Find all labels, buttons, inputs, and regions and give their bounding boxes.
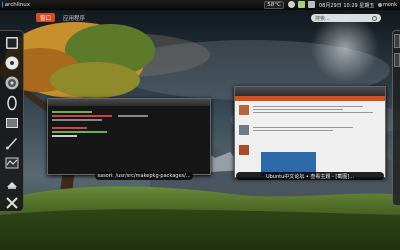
dash-item-disc[interactable] bbox=[3, 54, 21, 72]
terminal-caption-text: sasori: /usr/src/makepkg-packages/... bbox=[97, 173, 191, 179]
browser-toolbar bbox=[235, 96, 385, 101]
user-menu[interactable]: monk bbox=[378, 0, 400, 10]
dash-item-image-viewer[interactable] bbox=[3, 114, 21, 132]
browser-caption-text: Ubuntu中文论坛 • 查看主题 - [截图]... bbox=[265, 173, 355, 180]
search-input[interactable]: 搜索... bbox=[311, 14, 381, 22]
terminal-line bbox=[52, 111, 92, 113]
terminal-line bbox=[52, 127, 87, 129]
browser-window-caption[interactable]: Ubuntu中文论坛 • 查看主题 - [截图]... bbox=[236, 172, 384, 180]
dash-item-terminal[interactable] bbox=[3, 34, 21, 52]
dash bbox=[0, 30, 24, 212]
terminal-window-caption[interactable]: sasori: /usr/src/makepkg-packages/... bbox=[95, 172, 193, 180]
terminal-line bbox=[52, 135, 77, 137]
user-status-icon bbox=[378, 3, 382, 7]
audio-icon bbox=[5, 76, 19, 90]
workspace-thumbnail[interactable] bbox=[394, 34, 400, 48]
tab-windows-label: 窗口 bbox=[40, 15, 52, 22]
files-icon bbox=[7, 182, 17, 189]
user-name: monk bbox=[383, 2, 397, 8]
dash-item-text-editor[interactable] bbox=[3, 94, 21, 112]
volume-icon[interactable] bbox=[308, 1, 315, 8]
post-line bbox=[253, 106, 363, 107]
search-placeholder: 搜索... bbox=[315, 15, 330, 22]
dash-item-brush[interactable] bbox=[3, 134, 21, 152]
system-monitor-icon bbox=[5, 157, 19, 169]
window-titlebar[interactable] bbox=[235, 87, 385, 96]
terminal-line bbox=[52, 115, 112, 117]
avatar bbox=[239, 105, 249, 115]
activities-label: archlinux bbox=[4, 1, 30, 8]
clock-text: 08月29日 10:29 星期五 bbox=[319, 2, 375, 9]
post-line bbox=[253, 127, 353, 128]
tab-applications[interactable]: 应用程序 bbox=[59, 13, 89, 22]
settings-icon bbox=[6, 197, 18, 209]
terminal-icon bbox=[6, 37, 18, 49]
temperature-indicator[interactable]: 58°C bbox=[264, 1, 284, 9]
clock[interactable]: 08月29日 10:29 星期五 bbox=[319, 0, 374, 10]
overview-tabs: 窗口 应用程序 bbox=[36, 13, 89, 23]
post-line bbox=[253, 112, 373, 113]
window-titlebar[interactable] bbox=[48, 99, 210, 106]
terminal-line bbox=[118, 115, 148, 117]
avatar bbox=[239, 145, 249, 155]
terminal-line bbox=[52, 131, 107, 133]
temperature-value: 58°C bbox=[267, 2, 281, 8]
image-viewer-icon bbox=[6, 118, 18, 128]
terminal-window[interactable] bbox=[47, 98, 211, 175]
battery-icon[interactable] bbox=[298, 1, 305, 8]
workspace-switcher bbox=[392, 30, 400, 206]
avatar bbox=[239, 125, 249, 135]
post-line bbox=[253, 130, 333, 131]
dash-item-files[interactable] bbox=[3, 174, 21, 192]
dash-item-audio[interactable] bbox=[3, 74, 21, 92]
dash-item-system-monitor[interactable] bbox=[3, 154, 21, 172]
top-panel: archlinux 58°C 08月29日 10:29 星期五 monk bbox=[0, 0, 400, 10]
disc-icon bbox=[5, 56, 19, 70]
distro-logo-icon bbox=[2, 1, 3, 8]
brush-icon bbox=[6, 138, 17, 150]
browser-window[interactable] bbox=[234, 86, 386, 178]
dash-item-settings[interactable] bbox=[3, 194, 21, 212]
post-line bbox=[253, 109, 343, 110]
terminal-line bbox=[52, 119, 102, 121]
search-icon bbox=[372, 15, 377, 21]
text-editor-icon bbox=[7, 95, 17, 111]
workspace-thumbnail[interactable] bbox=[394, 53, 400, 67]
tab-applications-label: 应用程序 bbox=[63, 15, 86, 22]
activities-button[interactable]: archlinux bbox=[0, 0, 30, 10]
network-icon[interactable] bbox=[288, 1, 295, 8]
tab-windows[interactable]: 窗口 bbox=[36, 13, 56, 22]
